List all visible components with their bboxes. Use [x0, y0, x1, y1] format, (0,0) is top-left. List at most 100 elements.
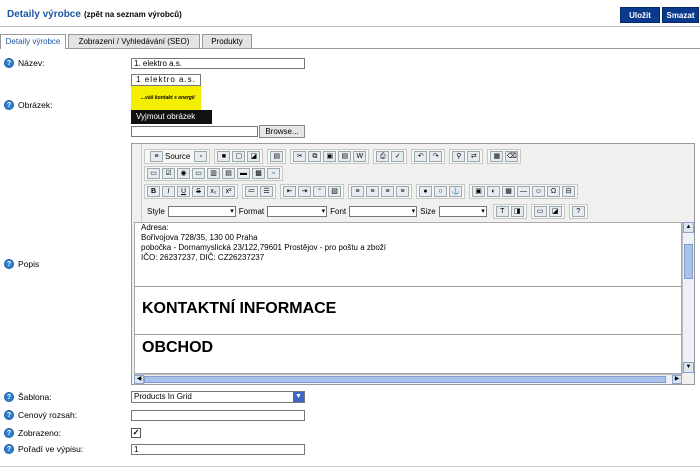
maximize-icon[interactable]: ▭: [533, 205, 547, 217]
radio-icon[interactable]: ◉: [177, 167, 190, 179]
content-heading-sales: OBCHOD: [142, 339, 214, 356]
smiley-icon[interactable]: ☺: [532, 185, 545, 197]
unlink-icon[interactable]: ○: [434, 185, 447, 197]
help-icon[interactable]: ?: [4, 428, 14, 438]
print-icon[interactable]: ⎙: [376, 150, 390, 162]
button-field-icon[interactable]: ▬: [237, 167, 250, 179]
redo-icon[interactable]: ↷: [429, 150, 443, 162]
help-icon[interactable]: ?: [4, 58, 14, 68]
remove-image-button[interactable]: Vyjmout obrázek: [131, 110, 212, 124]
subscript-icon[interactable]: x₂: [207, 185, 220, 197]
horizontal-rule-icon[interactable]: —: [517, 185, 530, 197]
blockquote-icon[interactable]: “: [313, 185, 326, 197]
checkbox-icon[interactable]: ☑: [162, 167, 175, 179]
order-input[interactable]: 1: [131, 444, 305, 455]
browse-button[interactable]: Browse...: [259, 125, 305, 138]
find-icon[interactable]: ⚲: [452, 150, 466, 162]
form-icon[interactable]: ▭: [147, 167, 160, 179]
image-button-icon[interactable]: ▩: [252, 167, 265, 179]
size-select[interactable]: [438, 205, 487, 217]
help-icon[interactable]: ?: [4, 410, 14, 420]
format-select[interactable]: [267, 205, 328, 217]
scroll-left-icon[interactable]: ◀: [134, 375, 144, 384]
price-range-input[interactable]: [131, 410, 305, 421]
help-icon[interactable]: ?: [4, 259, 14, 269]
align-left-icon[interactable]: ≡: [351, 185, 364, 197]
flash-icon[interactable]: ◐: [487, 185, 500, 197]
copy-icon[interactable]: ⧉: [308, 150, 322, 162]
back-to-list-link[interactable]: (zpět na seznam výrobců): [84, 10, 182, 19]
help-icon[interactable]: ?: [4, 392, 14, 402]
help-icon[interactable]: ?: [4, 444, 14, 454]
link-icon[interactable]: ●: [419, 185, 432, 197]
table-icon[interactable]: ▦: [502, 185, 515, 197]
numbered-list-icon[interactable]: ≔: [245, 185, 258, 197]
vertical-scroll-thumb[interactable]: [684, 244, 693, 279]
preview-icon[interactable]: ◪: [247, 150, 261, 162]
paste-word-icon[interactable]: W: [353, 150, 367, 162]
save-icon[interactable]: ■: [217, 150, 231, 162]
align-center-icon[interactable]: ≡: [366, 185, 379, 197]
displayed-checkbox[interactable]: ✓: [131, 428, 141, 438]
select-all-icon[interactable]: ▦: [490, 150, 504, 162]
document-icon[interactable]: ▢: [232, 150, 246, 162]
italic-icon[interactable]: I: [162, 185, 175, 197]
help-icon[interactable]: ?: [4, 100, 14, 110]
indent-icon[interactable]: ⇥: [298, 185, 311, 197]
strikethrough-icon[interactable]: S: [192, 185, 205, 197]
source-button[interactable]: ≡ Source: [146, 150, 193, 162]
save-button[interactable]: Uložit: [620, 7, 660, 23]
special-char-icon[interactable]: Ω: [547, 185, 560, 197]
paste-icon[interactable]: ▣: [323, 150, 337, 162]
div-container-icon[interactable]: ▧: [328, 185, 341, 197]
template-select[interactable]: Products In Grid ▼: [131, 391, 305, 403]
textfield-icon[interactable]: ▭: [192, 167, 205, 179]
editor-content-area[interactable]: Adresa: Bořivojova 728/35, 130 00 Praha …: [134, 222, 682, 374]
editor-vertical-scrollbar[interactable]: ▲ ▼: [682, 222, 694, 374]
style-select[interactable]: [167, 205, 236, 217]
undo-icon[interactable]: ↶: [414, 150, 428, 162]
page-title: Detaily výrobce (zpět na seznam výrobců): [7, 9, 182, 20]
toolbar-group: ?: [568, 203, 588, 219]
bulleted-list-icon[interactable]: ☰: [260, 185, 273, 197]
text-color-icon[interactable]: T: [495, 205, 509, 217]
bold-icon[interactable]: B: [147, 185, 160, 197]
toolbar-collapse-handle[interactable]: [132, 144, 142, 222]
chevron-down-icon[interactable]: ▼: [293, 392, 304, 402]
tab-seo[interactable]: Zobrazení / Vyhledávání (SEO): [68, 34, 200, 48]
select-field-icon[interactable]: ▤: [222, 167, 235, 179]
tab-manufacturer-details[interactable]: Detaily výrobce: [0, 34, 66, 49]
underline-icon[interactable]: U: [177, 185, 190, 197]
textarea-icon[interactable]: ▥: [207, 167, 220, 179]
editor-horizontal-scrollbar[interactable]: ◀ ▶: [134, 374, 682, 384]
tab-products[interactable]: Produkty: [202, 34, 252, 48]
scroll-up-icon[interactable]: ▲: [683, 222, 694, 233]
spellcheck-icon[interactable]: ✓: [391, 150, 405, 162]
replace-icon[interactable]: ⇄: [467, 150, 481, 162]
name-input[interactable]: 1. elektro a.s.: [131, 58, 305, 69]
scroll-right-icon[interactable]: ▶: [672, 375, 682, 384]
templates-icon[interactable]: ▤: [270, 150, 284, 162]
image-icon[interactable]: ▣: [472, 185, 485, 197]
hidden-field-icon[interactable]: ▫: [267, 167, 280, 179]
about-icon[interactable]: ?: [571, 205, 585, 217]
image-file-input[interactable]: [131, 126, 258, 137]
align-justify-icon[interactable]: ≡: [396, 185, 409, 197]
image-label-row: ? Obrázek:: [4, 100, 53, 110]
paste-text-icon[interactable]: ▤: [338, 150, 352, 162]
outdent-icon[interactable]: ⇤: [283, 185, 296, 197]
page-break-icon[interactable]: ⊟: [562, 185, 575, 197]
superscript-icon[interactable]: x²: [222, 185, 235, 197]
cut-icon[interactable]: ✂: [293, 150, 307, 162]
anchor-icon[interactable]: ⚓: [449, 185, 462, 197]
background-color-icon[interactable]: ◨: [510, 205, 524, 217]
scroll-down-icon[interactable]: ▼: [683, 362, 694, 373]
horizontal-scroll-thumb[interactable]: [144, 376, 666, 383]
show-blocks-icon[interactable]: ◪: [548, 205, 562, 217]
delete-button[interactable]: Smazat: [662, 7, 699, 23]
remove-format-icon[interactable]: ⌫: [505, 150, 519, 162]
new-page-icon[interactable]: ▫: [194, 150, 208, 162]
toolbar-row-2: ▭ ☑ ◉ ▭ ▥ ▤ ▬ ▩ ▫: [144, 165, 287, 181]
font-select[interactable]: [349, 205, 418, 217]
align-right-icon[interactable]: ≡: [381, 185, 394, 197]
